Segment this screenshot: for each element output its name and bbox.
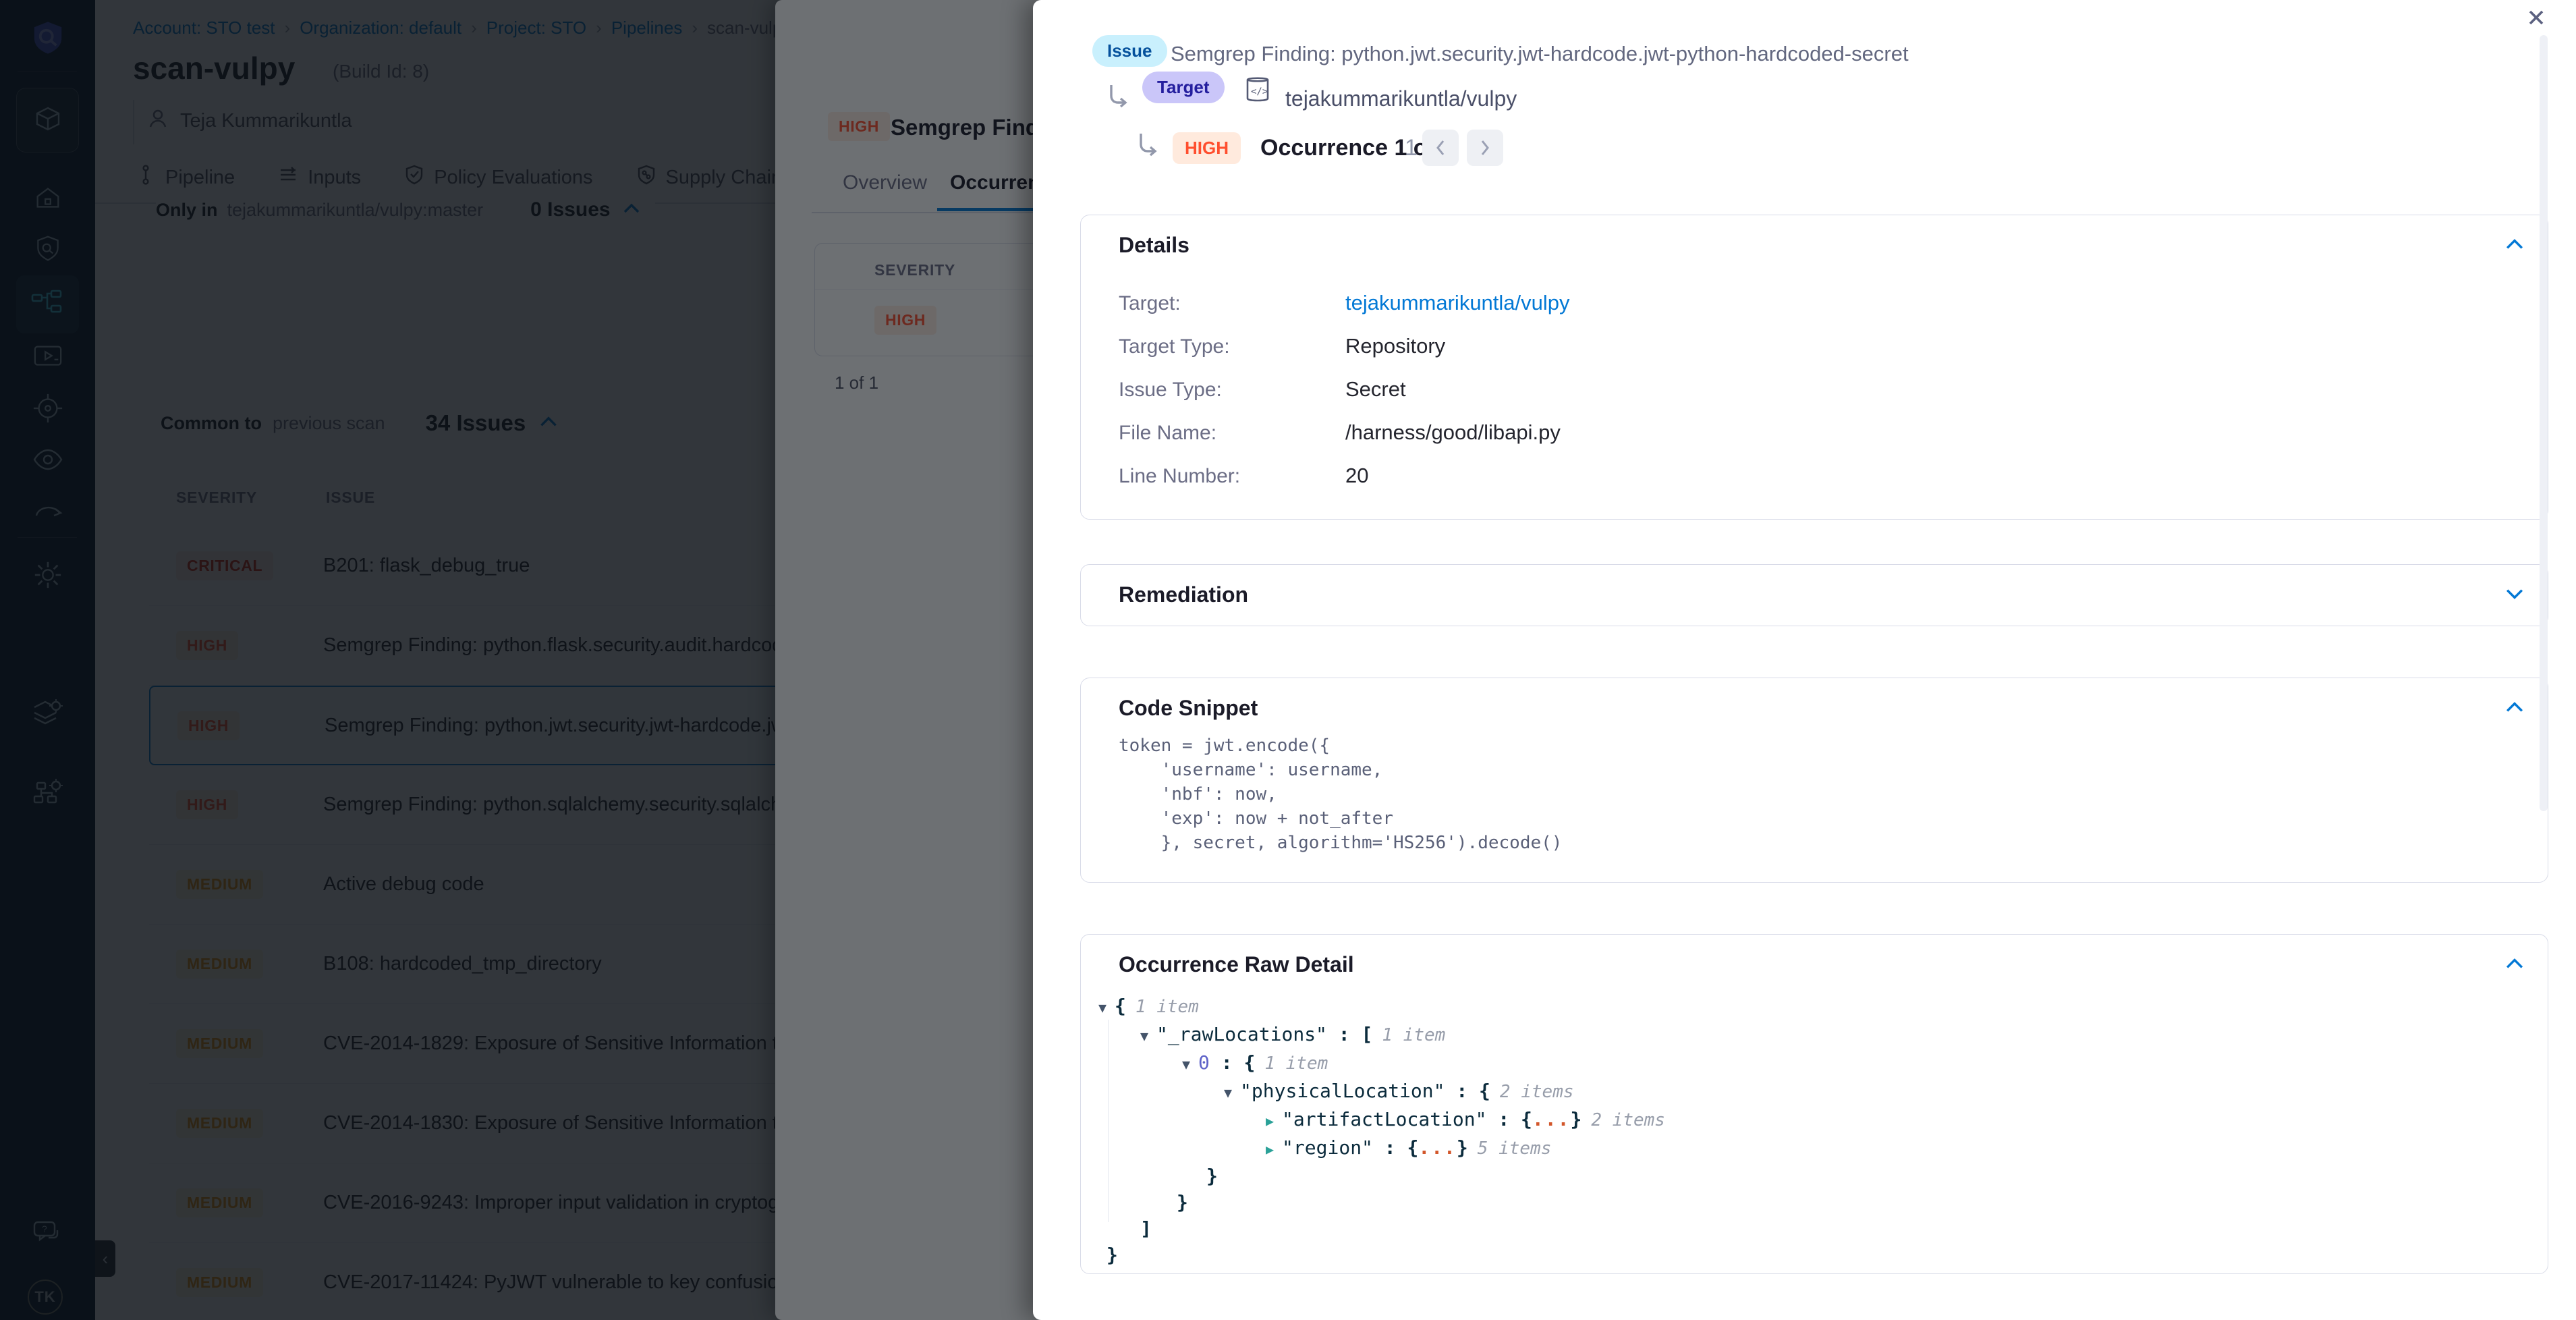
json-meta: 2 items — [1500, 1082, 1574, 1102]
detail-label: Issue Type: — [1119, 379, 1345, 402]
json-tree-line[interactable]: } — [1098, 1163, 1665, 1189]
raw-detail-json-tree: ▼ {1 item ▼ "_rawLocations" : [ 1 item ▼ 0 : {… — [1098, 993, 1665, 1268]
issue-badge: Issue — [1092, 35, 1167, 67]
detail-row: Issue Type:Secret — [1119, 377, 1406, 402]
occurrence-severity-badge: HIGH — [1173, 132, 1241, 164]
elbow-arrow-icon — [1136, 131, 1163, 158]
detail-row: File Name:/harness/good/libapi.py — [1119, 420, 1561, 445]
previous-occurrence-button[interactable] — [1422, 130, 1459, 166]
json-p: } — [1457, 1136, 1468, 1159]
detail-value: 20 — [1345, 464, 1368, 487]
detail-row: Target Type:Repository — [1119, 334, 1445, 358]
detail-label: File Name: — [1119, 422, 1345, 445]
json-tree-line[interactable]: ▶ "region" : {...} 5 items — [1098, 1134, 1665, 1163]
detail-value: Secret — [1345, 377, 1406, 401]
json-meta: 2 items — [1591, 1110, 1665, 1130]
repository-icon: </> — [1242, 74, 1273, 105]
target-badge: Target — [1142, 72, 1225, 103]
json-dots: ... — [1418, 1136, 1457, 1159]
detail-row: Line Number:20 — [1119, 464, 1368, 488]
json-tree-line[interactable]: ▼ "physicalLocation" : { 2 items — [1098, 1078, 1665, 1106]
code-line: token = jwt.encode({ — [1119, 734, 1562, 758]
code-snippet-section: Code Snippet token = jwt.encode({ 'usern… — [1080, 678, 2548, 883]
chevron-up-icon[interactable] — [2502, 236, 2527, 256]
json-meta: 5 items — [1478, 1138, 1552, 1159]
json-p: } — [1571, 1108, 1582, 1130]
code-line: 'exp': now + not_after — [1119, 806, 1562, 831]
json-tree-line[interactable]: ] — [1098, 1215, 1665, 1242]
json-tree-line[interactable]: } — [1098, 1242, 1665, 1268]
json-tree-line[interactable]: ▼ {1 item — [1098, 993, 1665, 1021]
json-meta: 1 item — [1264, 1053, 1328, 1074]
code-line: 'nbf': now, — [1119, 782, 1562, 806]
raw-detail-section: Occurrence Raw Detail ▼ {1 item ▼ "_rawLoca… — [1080, 934, 2548, 1274]
detail-label: Line Number: — [1119, 465, 1345, 488]
json-tree-line[interactable]: ▶ "artifactLocation" : {...} 2 items — [1098, 1106, 1665, 1134]
collapsed-arrow-icon: ▶ — [1266, 1141, 1274, 1157]
chevron-down-icon[interactable] — [2502, 585, 2527, 606]
raw-detail-section-title: Occurrence Raw Detail — [1119, 952, 1354, 977]
detail-label: Target Type: — [1119, 335, 1345, 358]
collapsed-arrow-icon: ▶ — [1266, 1113, 1274, 1129]
json-p: : { — [1445, 1080, 1490, 1102]
detail-label: Target: — [1119, 292, 1345, 315]
code-line: }, secret, algorithm='HS256').decode() — [1119, 831, 1562, 855]
expanded-arrow-icon: ▼ — [1098, 999, 1107, 1016]
svg-text:</>: </> — [1251, 86, 1268, 97]
json-p: ] — [1140, 1217, 1152, 1240]
occurrence-detail-modal: Issue Semgrep Finding: python.jwt.securi… — [1033, 0, 2576, 1320]
json-p: : { — [1373, 1136, 1418, 1159]
close-icon[interactable] — [2521, 3, 2551, 32]
detail-row: Target:tejakummarikuntla/vulpy — [1119, 291, 1570, 315]
code-line: 'username': username, — [1119, 758, 1562, 782]
json-tree-line[interactable]: ▼ 0 : { 1 item — [1098, 1049, 1665, 1078]
remediation-section: Remediation — [1080, 564, 2548, 626]
expanded-arrow-icon: ▼ — [1182, 1056, 1190, 1072]
json-dots: ... — [1532, 1108, 1571, 1130]
occurrence-total: 1 — [1405, 135, 1418, 161]
detail-value: /harness/good/libapi.py — [1345, 420, 1561, 444]
code-snippet-section-title: Code Snippet — [1119, 696, 1258, 721]
json-meta: 1 item — [1136, 997, 1199, 1017]
json-meta: 1 item — [1382, 1025, 1445, 1045]
expanded-arrow-icon: ▼ — [1224, 1084, 1232, 1101]
target-repo-name[interactable]: tejakummarikuntla/vulpy — [1285, 86, 1517, 111]
json-tree-line[interactable]: ▼ "_rawLocations" : [ 1 item — [1098, 1021, 1665, 1049]
json-p: { — [1115, 995, 1126, 1017]
details-section-title: Details — [1119, 233, 1189, 258]
next-occurrence-button[interactable] — [1467, 130, 1503, 166]
modal-issue-title: Semgrep Finding: python.jwt.security.jwt… — [1171, 42, 1909, 66]
json-p: : { — [1486, 1108, 1532, 1130]
modal-scrollbar[interactable] — [2540, 35, 2548, 811]
json-p: : [ — [1327, 1023, 1372, 1045]
json-p: } — [1206, 1165, 1218, 1187]
json-p: : { — [1210, 1051, 1255, 1074]
app-viewport: ? TK Account: STO test›Organization: def… — [0, 0, 2576, 1320]
json-p: } — [1177, 1191, 1188, 1213]
json-key: "physicalLocation" — [1240, 1080, 1445, 1102]
json-indent-guide — [1108, 1020, 1109, 1222]
chevron-up-icon[interactable] — [2502, 698, 2527, 719]
json-idx: 0 — [1198, 1051, 1210, 1074]
detail-value[interactable]: tejakummarikuntla/vulpy — [1345, 291, 1570, 314]
json-tree-line[interactable]: } — [1098, 1189, 1665, 1215]
details-section: Details Target:tejakummarikuntla/vulpyTa… — [1080, 215, 2548, 520]
expanded-arrow-icon: ▼ — [1140, 1028, 1148, 1044]
chevron-up-icon[interactable] — [2502, 955, 2527, 976]
elbow-arrow-icon — [1106, 82, 1133, 109]
code-snippet: token = jwt.encode({ 'username': usernam… — [1119, 734, 1562, 855]
detail-value: Repository — [1345, 334, 1445, 358]
json-key: "_rawLocations" — [1156, 1023, 1327, 1045]
remediation-section-title: Remediation — [1119, 582, 1248, 607]
json-p: } — [1107, 1244, 1118, 1266]
json-key: "region" — [1282, 1136, 1373, 1159]
json-key: "artifactLocation" — [1282, 1108, 1486, 1130]
